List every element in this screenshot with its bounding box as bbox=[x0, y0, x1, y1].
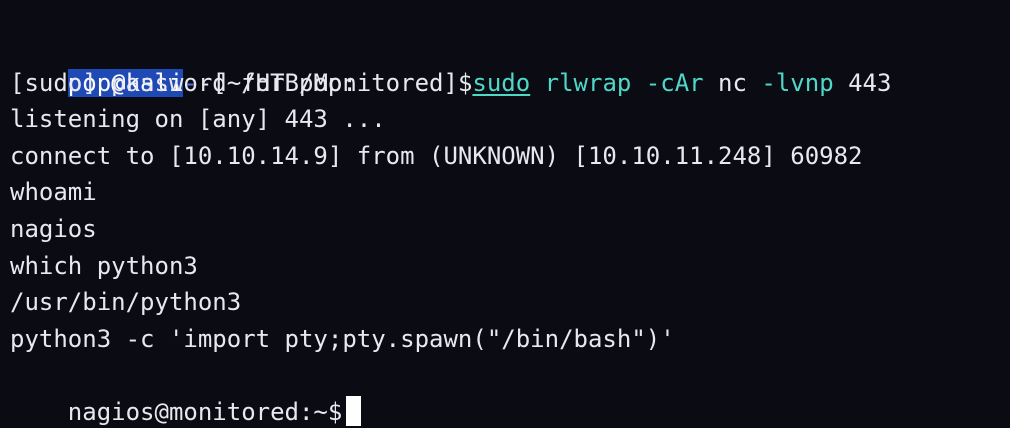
output-line: connect to [10.10.14.9] from (UNKNOWN) [… bbox=[10, 141, 863, 170]
output-line: /usr/bin/python3 bbox=[10, 288, 242, 317]
output-line: whoami bbox=[10, 178, 97, 207]
output-line: which python3 bbox=[10, 251, 198, 280]
command-prompt-line: pop@kali--[~/HTB/Monitored]$sudo rlwrap … bbox=[10, 28, 1010, 97]
final-prompt-line[interactable]: nagios@monitored:~$ bbox=[10, 357, 1010, 426]
command-flags-lvnp: -lvnp bbox=[761, 68, 834, 97]
command-nc: nc bbox=[718, 68, 747, 97]
command-flags-cAr: -cAr bbox=[645, 68, 704, 97]
command-sudo: sudo bbox=[472, 68, 531, 97]
terminal-window[interactable]: pop@kali--[~/HTB/Monitored]$sudo rlwrap … bbox=[0, 0, 1010, 428]
output-line: python3 -c 'import pty;pty.spawn("/bin/b… bbox=[10, 324, 675, 353]
cursor-block bbox=[346, 395, 362, 426]
final-prompt: nagios@monitored:~$ bbox=[67, 397, 343, 426]
command-rlwrap: rlwrap bbox=[544, 68, 632, 97]
output-line: nagios bbox=[10, 214, 97, 243]
output-line: listening on [any] 443 ... bbox=[10, 105, 386, 134]
prompt-dollar: $ bbox=[457, 68, 473, 97]
command-port: 443 bbox=[848, 68, 892, 97]
